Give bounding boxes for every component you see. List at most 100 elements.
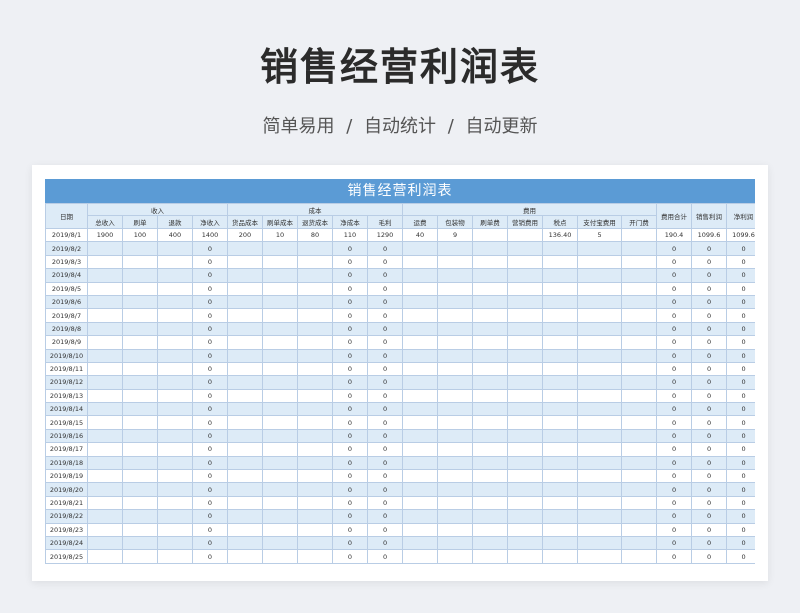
table-cell[interactable] [262, 254, 298, 270]
table-cell[interactable] [621, 522, 658, 537]
table-cell[interactable] [621, 469, 658, 484]
table-cell[interactable] [122, 428, 158, 444]
table-cell[interactable] [402, 428, 439, 444]
table-cell[interactable] [472, 335, 509, 350]
table-cell[interactable]: 0 [192, 281, 228, 296]
table-cell[interactable] [402, 535, 439, 551]
table-cell[interactable]: 0 [691, 388, 728, 404]
table-cell[interactable] [472, 535, 509, 551]
table-cell[interactable] [87, 402, 123, 417]
table-cell[interactable] [157, 241, 193, 256]
table-cell[interactable]: 0 [366, 428, 404, 444]
table-cell[interactable] [542, 495, 579, 511]
table-cell[interactable] [157, 321, 193, 337]
table-cell[interactable] [472, 227, 509, 243]
table-cell[interactable] [402, 268, 439, 283]
table-cell[interactable]: 0 [726, 469, 755, 484]
table-cell[interactable] [297, 268, 333, 283]
table-cell[interactable] [227, 268, 263, 283]
table-cell[interactable]: 0 [332, 455, 368, 471]
table-cell[interactable] [472, 268, 509, 283]
table-cell[interactable] [122, 321, 158, 337]
table-cell[interactable] [297, 549, 333, 564]
table-cell[interactable] [472, 428, 509, 444]
date-cell[interactable]: 2019/8/16 [45, 428, 88, 444]
table-cell[interactable]: 0 [726, 455, 755, 471]
table-cell[interactable] [507, 308, 544, 323]
table-cell[interactable] [577, 482, 623, 497]
table-cell[interactable]: 0 [192, 509, 228, 524]
table-cell[interactable]: 0 [726, 268, 755, 283]
table-cell[interactable]: 0 [332, 294, 368, 310]
table-cell[interactable] [542, 469, 579, 484]
table-cell[interactable] [472, 281, 509, 296]
table-cell[interactable] [87, 388, 123, 404]
table-cell[interactable]: 0 [656, 469, 693, 484]
table-cell[interactable] [472, 469, 509, 484]
table-cell[interactable] [542, 321, 579, 337]
table-cell[interactable]: 0 [366, 375, 404, 390]
table-cell[interactable] [577, 308, 623, 323]
table-cell[interactable]: 0 [726, 294, 755, 310]
table-cell[interactable] [472, 549, 509, 564]
table-cell[interactable] [621, 361, 658, 377]
table-cell[interactable] [402, 348, 439, 363]
table-cell[interactable] [157, 281, 193, 296]
table-cell[interactable] [402, 402, 439, 417]
table-cell[interactable]: 0 [726, 241, 755, 256]
table-cell[interactable] [402, 549, 439, 564]
table-cell[interactable] [437, 308, 474, 323]
table-cell[interactable]: 0 [656, 335, 693, 350]
table-cell[interactable] [227, 361, 263, 377]
table-cell[interactable]: 0 [366, 535, 404, 551]
table-cell[interactable]: 0 [691, 375, 728, 390]
table-cell[interactable] [122, 241, 158, 256]
table-cell[interactable] [621, 348, 658, 363]
table-cell[interactable] [122, 375, 158, 390]
table-cell[interactable]: 0 [332, 535, 368, 551]
table-cell[interactable] [437, 348, 474, 363]
table-cell[interactable]: 0 [192, 254, 228, 270]
table-cell[interactable] [157, 469, 193, 484]
table-cell[interactable] [507, 348, 544, 363]
table-cell[interactable]: 0 [192, 388, 228, 404]
table-cell[interactable]: 0 [192, 268, 228, 283]
table-cell[interactable] [437, 522, 474, 537]
table-cell[interactable]: 0 [726, 348, 755, 363]
table-cell[interactable] [297, 535, 333, 551]
table-cell[interactable] [507, 549, 544, 564]
table-cell[interactable] [402, 415, 439, 430]
table-cell[interactable]: 10 [262, 227, 298, 243]
table-cell[interactable] [472, 415, 509, 430]
table-cell[interactable]: 0 [656, 308, 693, 323]
table-cell[interactable] [402, 388, 439, 404]
table-cell[interactable] [157, 361, 193, 377]
table-cell[interactable]: 0 [192, 455, 228, 471]
table-cell[interactable] [87, 294, 123, 310]
table-cell[interactable] [157, 428, 193, 444]
table-cell[interactable] [122, 388, 158, 404]
table-cell[interactable]: 0 [656, 549, 693, 564]
table-cell[interactable] [227, 348, 263, 363]
table-cell[interactable]: 0 [656, 455, 693, 471]
table-cell[interactable] [437, 415, 474, 430]
table-cell[interactable]: 0 [691, 348, 728, 363]
table-cell[interactable] [542, 375, 579, 390]
table-cell[interactable] [227, 281, 263, 296]
table-cell[interactable]: 0 [366, 509, 404, 524]
table-cell[interactable] [621, 482, 658, 497]
table-cell[interactable] [437, 535, 474, 551]
table-cell[interactable]: 0 [366, 268, 404, 283]
table-cell[interactable]: 0 [691, 495, 728, 511]
table-cell[interactable] [297, 375, 333, 390]
table-cell[interactable] [157, 268, 193, 283]
table-cell[interactable]: 0 [656, 375, 693, 390]
table-cell[interactable] [87, 254, 123, 270]
table-cell[interactable] [297, 294, 333, 310]
table-cell[interactable] [227, 402, 263, 417]
table-cell[interactable]: 0 [726, 281, 755, 296]
table-cell[interactable] [542, 254, 579, 270]
date-cell[interactable]: 2019/8/6 [45, 294, 88, 310]
table-cell[interactable] [87, 482, 123, 497]
table-cell[interactable] [437, 388, 474, 404]
